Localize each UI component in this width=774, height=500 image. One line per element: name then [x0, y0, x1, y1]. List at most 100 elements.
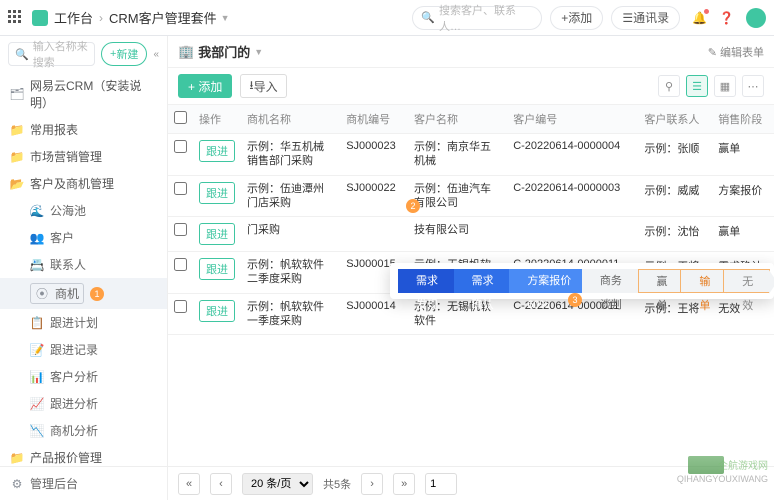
row-checkbox[interactable]	[174, 140, 187, 153]
search-icon: 🔍	[15, 48, 29, 61]
contacts-button[interactable]: ☰ 通讯录	[611, 6, 680, 30]
select-all-checkbox[interactable]	[174, 111, 187, 124]
global-search[interactable]: 🔍搜索客户、联系人…	[412, 6, 542, 30]
item-icon: 📉	[30, 424, 44, 438]
sidebar-subitem[interactable]: 📈跟进分析	[0, 390, 167, 417]
sidebar-item[interactable]: 📁产品报价管理	[0, 444, 167, 466]
cell-cust-code: C-20220614-0000004	[507, 134, 638, 176]
col-header: 商机编号	[340, 105, 408, 134]
bell-icon[interactable]: 🔔	[692, 11, 707, 25]
cell-stage: 赢单	[712, 217, 774, 252]
last-page[interactable]: »	[393, 473, 415, 495]
filter-icon[interactable]: ⚲	[658, 75, 680, 97]
avatar[interactable]	[746, 8, 766, 28]
chevron-down-icon[interactable]: ▼	[221, 13, 230, 23]
folder-icon: 📁	[10, 123, 24, 137]
cell-contact: 示例：威威	[638, 175, 712, 217]
page-input[interactable]	[425, 473, 457, 495]
folder-icon: 📁	[10, 150, 24, 164]
callout-3: 3	[568, 293, 582, 307]
sidebar-subitem[interactable]: 📇联系人	[0, 251, 167, 278]
add-button[interactable]: + 添加	[178, 74, 232, 98]
sidebar-item-label: 客户及商机管理	[30, 175, 114, 192]
followup-button[interactable]: 跟进	[199, 223, 235, 245]
sidebar-subitem[interactable]: ⦿商机1	[0, 278, 167, 309]
sidebar-item-label: 公海池	[50, 204, 86, 218]
cell-name[interactable]: 门采购	[241, 217, 340, 252]
sidebar-subitem[interactable]: 📋 跟进计划	[0, 309, 167, 336]
first-page[interactable]: «	[178, 473, 200, 495]
list-view-icon[interactable]: ☰	[686, 75, 708, 97]
pipeline-stage[interactable]: 无效	[723, 269, 770, 293]
row-checkbox[interactable]	[174, 182, 187, 195]
crumb-suite[interactable]: CRM客户管理套件	[109, 8, 217, 27]
pipeline-stage[interactable]: 输单	[680, 269, 727, 293]
sidebar-subitem[interactable]: 📝跟进记录	[0, 336, 167, 363]
item-icon: 📋	[30, 316, 44, 330]
sidebar-subitem[interactable]: 🌊 公海池	[0, 197, 167, 224]
sidebar-item-label: 跟进计划	[50, 316, 98, 330]
pipeline-stage[interactable]: 方案报价 60%	[509, 269, 586, 293]
cell-customer[interactable]: 示例：南京华五机械	[408, 134, 507, 176]
next-page[interactable]: ›	[361, 473, 383, 495]
cell-stage: 赢单	[712, 134, 774, 176]
pipeline-stage[interactable]: 需求发现	[398, 269, 458, 293]
cell-name[interactable]: 示例：伍迪潭州门店采购	[241, 175, 340, 217]
cell-customer[interactable]: 技有限公司	[408, 217, 507, 252]
cell-customer[interactable]: 示例：伍迪汽车有限公司	[408, 175, 507, 217]
sidebar-item-label: 市场营销管理	[30, 148, 102, 165]
chevron-down-icon: ▼	[254, 47, 263, 57]
sidebar-new-button[interactable]: + 新建	[101, 42, 147, 66]
pipeline-stage[interactable]: 商务谈判	[582, 269, 642, 293]
sidebar-subitem[interactable]: 📉商机分析	[0, 417, 167, 444]
sidebar-item[interactable]: 📁 市场营销管理	[0, 143, 167, 170]
crumb-workspace[interactable]: 工作台	[54, 8, 93, 27]
sidebar-search[interactable]: 🔍输入名称来搜索	[8, 42, 95, 66]
import-button[interactable]: ⭳ 导入	[240, 74, 286, 98]
crumb-sep: ›	[99, 11, 103, 25]
apps-icon[interactable]	[8, 10, 24, 26]
content: 🏢我部门的 ▼ ✎ 编辑表单 + 添加 ⭳ 导入 ⚲ ☰ ▦ ⋯ 2 操作商机名…	[168, 36, 774, 500]
top-add-button[interactable]: + 添加	[550, 6, 603, 30]
cell-stage: 方案报价	[712, 175, 774, 217]
search-placeholder: 搜索客户、联系人…	[439, 2, 533, 34]
more-icon[interactable]: ⋯	[742, 75, 764, 97]
sidebar: 🔍输入名称来搜索 + 新建 « 🗂网易云CRM（安装说明） 📁 常用报表 📁 市场营销管…	[0, 36, 168, 500]
page-size-select[interactable]: 20 条/页	[242, 473, 313, 495]
callout-2: 2	[406, 199, 420, 213]
prev-page[interactable]: ‹	[210, 473, 232, 495]
col-header: 客户名称	[408, 105, 507, 134]
followup-button[interactable]: 跟进	[199, 140, 235, 162]
sidebar-item[interactable]: 📂客户及商机管理	[0, 170, 167, 197]
folder-icon: 📁	[10, 451, 24, 465]
cell-name[interactable]: 示例：华五机械销售部门采购	[241, 134, 340, 176]
sidebar-subitem[interactable]: 👥客户	[0, 224, 167, 251]
cell-cust-code	[507, 217, 638, 252]
row-checkbox[interactable]	[174, 258, 187, 271]
table-row: 跟进 门采购 技有限公司 示例：沈怡 赢单	[168, 217, 774, 252]
dept-selector[interactable]: 🏢我部门的 ▼	[178, 42, 263, 61]
sidebar-item[interactable]: 📁 常用报表	[0, 116, 167, 143]
help-icon[interactable]: ❓	[719, 11, 734, 25]
watermark-brand: 企航游戏网	[718, 457, 768, 472]
pipeline-stage[interactable]: 赢单	[638, 269, 685, 293]
cell-name[interactable]: 示例：帆软软件二季度采购	[241, 252, 340, 294]
followup-button[interactable]: 跟进	[199, 258, 235, 280]
pipeline-stage[interactable]: 需求确认	[454, 269, 514, 293]
sidebar-item-label: 跟进分析	[50, 397, 98, 411]
cell-contact: 示例：沈怡	[638, 217, 712, 252]
cell-name[interactable]: 示例：帆软软件一季度采购	[241, 293, 340, 335]
sidebar-footer[interactable]: ⚙管理后台	[0, 466, 167, 500]
row-checkbox[interactable]	[174, 300, 187, 313]
card-view-icon[interactable]: ▦	[714, 75, 736, 97]
collapse-icon[interactable]: «	[153, 49, 159, 60]
followup-button[interactable]: 跟进	[199, 300, 235, 322]
sidebar-item[interactable]: 🗂网易云CRM（安装说明）	[0, 72, 167, 116]
followup-button[interactable]: 跟进	[199, 182, 235, 204]
row-checkbox[interactable]	[174, 223, 187, 236]
item-icon: 🌊	[30, 204, 44, 218]
sidebar-item-label: 常用报表	[30, 121, 78, 138]
sidebar-item-label: 商机	[55, 285, 79, 302]
edit-form-link[interactable]: ✎ 编辑表单	[708, 44, 764, 60]
sidebar-subitem[interactable]: 📊客户分析	[0, 363, 167, 390]
